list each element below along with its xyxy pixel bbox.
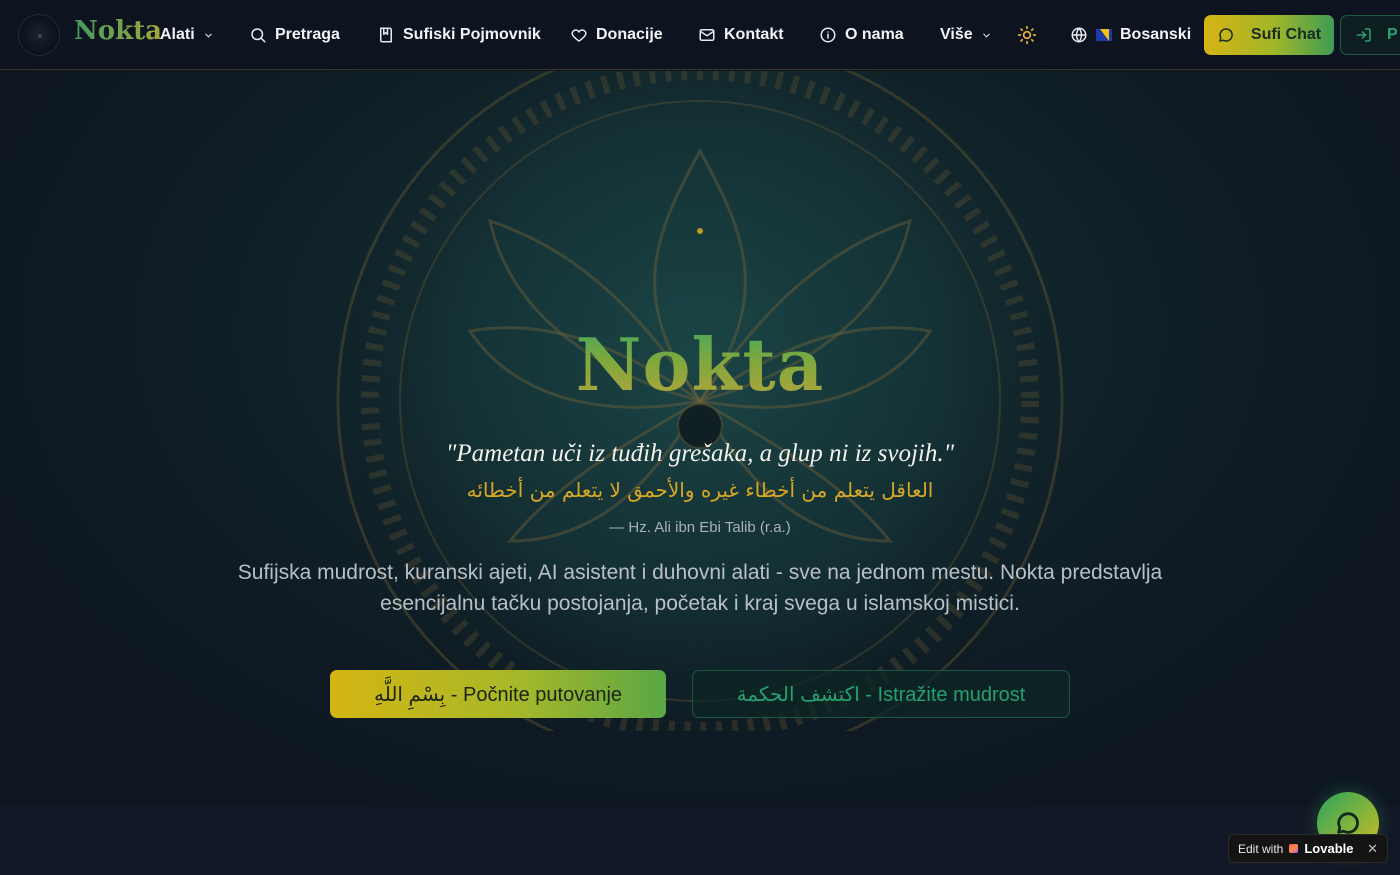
chat-bubble-icon xyxy=(1219,28,1233,42)
arabic-quote-text: العاقل يتعلم من أخطاء غيره والأحمق لا يت… xyxy=(466,478,934,502)
nav-about-label: O nama xyxy=(845,26,904,43)
logo-mark[interactable] xyxy=(18,14,60,56)
nav-tools-label: Alati xyxy=(160,26,195,43)
theme-toggle-button[interactable] xyxy=(1017,25,1039,47)
login-label: P xyxy=(1387,26,1398,43)
edit-with-label: Edit with xyxy=(1238,841,1284,856)
edit-with-lovable-badge[interactable]: Edit with Lovable ✕ xyxy=(1228,834,1388,863)
nav-glossary[interactable]: Sufiski Pojmovnik xyxy=(377,22,541,48)
quote-text: "Pametan uči iz tuđih grešaka, a glup ni… xyxy=(445,440,955,467)
language-selector[interactable]: Bosanski xyxy=(1070,22,1191,48)
next-section xyxy=(0,806,1400,875)
nav-donations-label: Donacije xyxy=(596,26,663,43)
login-button[interactable]: P xyxy=(1340,15,1400,55)
start-journey-label: بِسْمِ اللَّهِ - Počnite putovanje xyxy=(373,683,623,706)
flag-icon xyxy=(1096,29,1112,41)
nav-more-label: Više xyxy=(940,26,973,43)
sun-icon xyxy=(1017,25,1037,45)
top-navbar: Nokta Alati Pretraga Sufiski Pojmovnik D… xyxy=(0,0,1400,70)
start-journey-button[interactable]: بِسْمِ اللَّهِ - Počnite putovanje xyxy=(330,670,666,718)
chevron-down-icon xyxy=(982,33,990,37)
sufi-chat-label: Sufi Chat xyxy=(1250,26,1322,43)
brand-logo[interactable]: Nokta xyxy=(74,16,162,46)
hero-description: Sufijska mudrost, kuranski ajeti, AI asi… xyxy=(237,561,1163,615)
chevron-down-icon xyxy=(204,33,212,37)
quote-author: — Hz. Ali ibn Ebi Talib (r.a.) xyxy=(609,519,791,536)
nav-more-dropdown[interactable]: Više xyxy=(940,22,992,48)
close-icon[interactable]: ✕ xyxy=(1367,841,1378,857)
lovable-brand-label: Lovable xyxy=(1304,841,1354,856)
hero-title: Nokta xyxy=(0,322,1400,407)
mail-icon xyxy=(699,29,715,41)
globe-icon xyxy=(1071,27,1087,43)
nav-donations[interactable]: Donacije xyxy=(570,22,663,48)
lovable-logo-icon xyxy=(1289,844,1299,853)
book-icon xyxy=(380,27,392,43)
nav-contact-label: Kontakt xyxy=(724,26,784,43)
explore-wisdom-label: اكتشف الحكمة - Istražite mudrost xyxy=(736,683,1026,706)
nav-contact[interactable]: Kontakt xyxy=(698,22,784,48)
search-icon xyxy=(251,28,266,43)
nav-search-label: Pretraga xyxy=(275,26,340,43)
sufi-chat-button[interactable]: Sufi Chat xyxy=(1204,15,1334,55)
chat-bubble-icon xyxy=(1337,812,1359,834)
explore-wisdom-button[interactable]: اكتشف الحكمة - Istražite mudrost xyxy=(692,670,1070,718)
login-icon xyxy=(1356,28,1371,42)
nav-glossary-label: Sufiski Pojmovnik xyxy=(403,26,541,43)
heart-icon xyxy=(571,29,587,42)
language-label: Bosanski xyxy=(1120,26,1192,43)
nav-tools-dropdown[interactable]: Alati xyxy=(160,22,214,48)
nav-about[interactable]: O nama xyxy=(819,22,904,48)
nav-search[interactable]: Pretraga xyxy=(249,22,340,48)
info-icon xyxy=(820,27,836,43)
